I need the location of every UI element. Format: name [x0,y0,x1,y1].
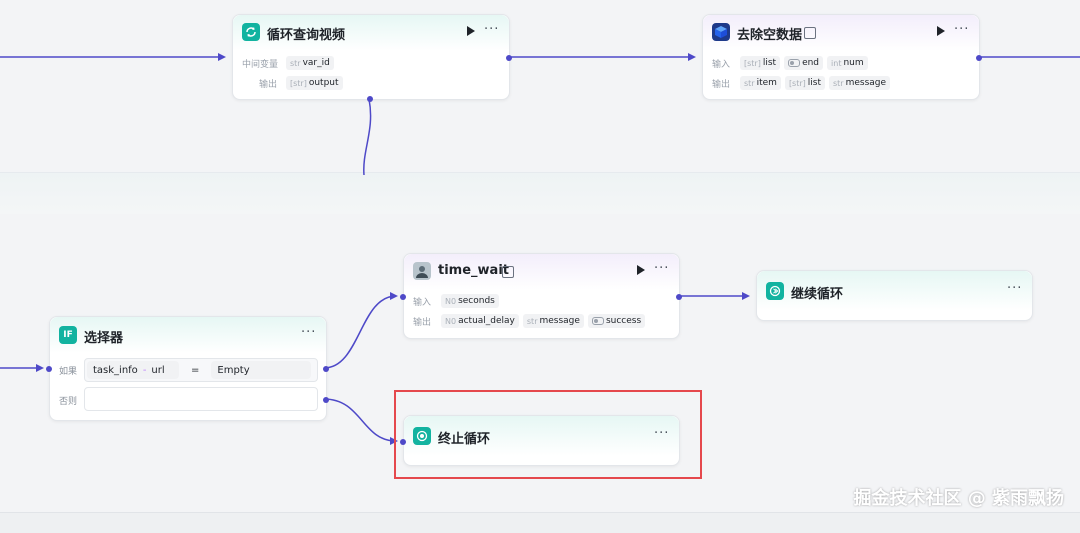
var-chip[interactable]: end [784,56,824,70]
var-chip[interactable]: [str] list [784,76,825,90]
output-row: 输出 [str] output [242,75,347,91]
var-chip[interactable]: N0 seconds [441,294,499,308]
else-label: 否则 [59,396,78,407]
input-row: 输入 N0 seconds [413,293,503,309]
node-title: 选择器 [84,331,124,346]
else-output-port[interactable] [323,397,329,403]
output-label: 输出 [712,79,731,90]
more-options-icon[interactable]: ··· [301,325,316,340]
output-label: 输出 [413,317,432,328]
output-row: 输出 str item [str] list str message [712,75,894,91]
output-label: 输出 [259,79,278,90]
var-chip[interactable]: success [587,314,646,328]
remove-empty-node[interactable]: 去除空数据 ··· 输入 [str] list end int num 输出 str… [702,14,982,100]
more-options-icon[interactable]: ··· [484,22,499,37]
more-options-icon[interactable]: ··· [954,22,969,37]
run-button[interactable] [637,265,645,275]
if-output-port[interactable] [323,366,329,372]
condition-variable[interactable]: task_info - url [87,361,179,379]
input-port[interactable] [400,294,406,300]
toggle-icon [788,59,801,67]
continue-icon [766,282,784,300]
more-options-icon[interactable]: ··· [1007,281,1022,296]
if-label: 如果 [59,366,78,377]
var-chip[interactable]: [str] list [740,56,781,70]
condition-value[interactable]: Empty [211,361,312,379]
more-options-icon[interactable]: ··· [654,261,669,276]
input-port[interactable] [46,366,52,372]
else-branch-box[interactable] [84,387,318,411]
condition-operator[interactable]: = [191,365,199,376]
selector-node[interactable]: IF 选择器 ··· 如果 task_info - url = Empty 否则 [46,316,329,421]
input-label: 输入 [712,59,731,70]
selection-highlight [394,390,702,479]
var-chip[interactable]: int num [827,56,868,70]
node-title: 循环查询视频 [267,28,346,43]
var-chip[interactable]: str message [829,76,891,90]
cube-icon [712,23,730,41]
input-row: 输入 [str] list end int num [712,55,872,71]
loop-body-port[interactable] [367,96,373,102]
output-port[interactable] [506,55,512,61]
loop-query-node[interactable]: 循环查询视频 ··· 中间变量 str var_id 输出 [str] output [232,14,512,102]
middle-var-row: 中间变量 str var_id [242,55,338,71]
run-button[interactable] [467,26,475,36]
toggle-icon [591,317,604,325]
loop-icon [242,23,260,41]
var-chip[interactable]: [str] output [286,76,343,90]
loop-body-divider [0,172,1080,216]
canvas-footer-strip [0,512,1080,533]
node-title: 去除空数据 [737,28,803,43]
var-chip[interactable]: str message [522,314,584,328]
node-title: 继续循环 [791,287,844,302]
middle-var-label: 中间变量 [242,59,279,70]
var-chip[interactable]: N0 actual_delay [441,314,519,328]
input-label: 输入 [413,297,432,308]
var-chip[interactable]: str var_id [286,56,334,70]
output-port[interactable] [976,55,982,61]
run-button[interactable] [937,26,945,36]
time-wait-node[interactable]: time_wait ··· 输入 N0 seconds 输出 N0 actual_d… [400,253,682,339]
condition-row[interactable]: task_info - url = Empty [84,358,318,382]
if-icon: IF [59,326,77,344]
output-port[interactable] [676,294,682,300]
output-row: 输出 N0 actual_delay str message success [413,313,649,329]
node-title: time_wait [438,263,509,278]
watermark: 掘金技术社区 @ 紫雨飘扬 [853,488,1064,509]
doc-badge-icon [804,27,816,39]
var-chip[interactable]: str item [740,76,781,90]
continue-loop-node[interactable]: 继续循环 ··· [756,270,1033,321]
avatar-icon [413,262,431,280]
doc-badge-icon [502,266,514,278]
